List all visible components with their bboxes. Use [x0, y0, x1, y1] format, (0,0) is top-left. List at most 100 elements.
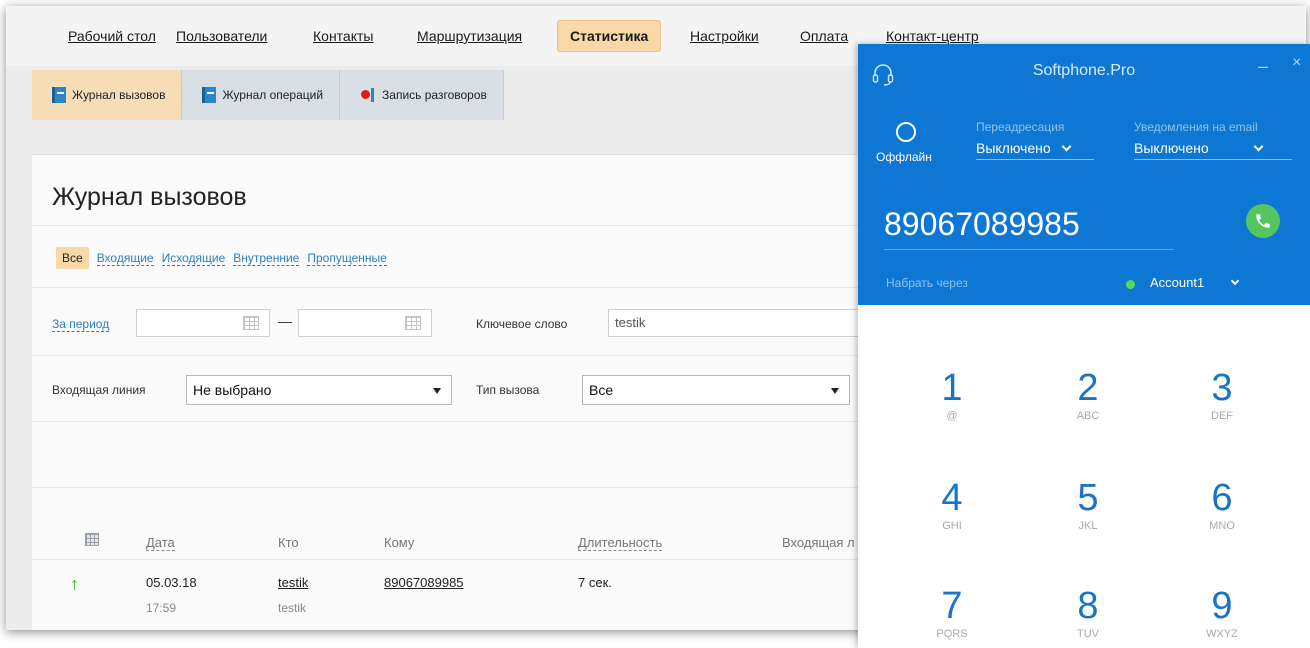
tab-call-recording[interactable]: Запись разговоров — [340, 70, 504, 120]
key-digit: 2 — [1077, 367, 1099, 409]
key-letters: TUV — [1077, 628, 1099, 640]
filter-all[interactable]: Все — [56, 247, 89, 269]
key-digit: 7 — [941, 585, 963, 627]
call-type-label: Тип вызова — [476, 383, 540, 397]
dial-key-8[interactable]: 8 TUV — [1028, 586, 1148, 640]
filter-incoming[interactable]: Входящие — [96, 251, 154, 266]
book-icon — [52, 87, 66, 103]
column-header-who: Кто — [278, 535, 299, 550]
keyword-label: Ключевое слово — [476, 317, 568, 331]
dial-key-1[interactable]: 1 @ — [892, 368, 1012, 422]
email-notify-label: Уведомления на email — [1134, 120, 1258, 134]
nav-item-users[interactable]: Пользователи — [176, 28, 267, 44]
nav-item-settings[interactable]: Настройки — [690, 28, 759, 44]
tab-call-log[interactable]: Журнал вызовов — [32, 70, 183, 120]
outgoing-call-icon: ↑ — [70, 574, 79, 594]
period-dash: — — [278, 313, 292, 329]
row-who-sub: testik — [278, 601, 307, 615]
key-letters: DEF — [1211, 410, 1233, 422]
nav-item-routing[interactable]: Маршрутизация — [417, 28, 522, 44]
key-letters: @ — [946, 410, 958, 422]
calendar-icon[interactable] — [243, 316, 259, 330]
forwarding-label: Переадресация — [976, 120, 1065, 134]
row-to-link[interactable]: 89067089985 — [384, 575, 464, 590]
dial-key-2[interactable]: 2 ABC — [1028, 368, 1148, 422]
date-from-input[interactable] — [136, 309, 270, 337]
dropdown-arrow-icon — [831, 388, 839, 394]
dial-key-9[interactable]: 9 WXYZ — [1162, 586, 1282, 640]
book-icon — [202, 87, 217, 103]
key-letters: MNO — [1209, 520, 1235, 532]
status-label: Оффлайн — [876, 150, 932, 164]
email-notify-value: Выключено — [1134, 140, 1209, 156]
call-log-panel: Журнал вызовов Все Входящие Исходящие Вн… — [32, 154, 932, 630]
nav-item-contacts[interactable]: Контакты — [313, 28, 373, 44]
key-digit: 6 — [1211, 477, 1233, 519]
dropdown-arrow-icon — [433, 388, 441, 394]
dial-via-label: Набрать через — [886, 276, 968, 290]
incoming-line-select[interactable]: Не выбрано — [186, 375, 452, 405]
key-letters: PQRS — [936, 628, 968, 640]
divider — [32, 421, 932, 422]
dial-key-4[interactable]: 4 GHI — [892, 478, 1012, 532]
nav-item-desktop[interactable]: Рабочий стол — [68, 28, 156, 44]
close-icon[interactable]: × — [1292, 54, 1301, 72]
incoming-line-label: Входящая линия — [52, 383, 146, 397]
period-link[interactable]: За период — [52, 317, 110, 332]
statistics-subtabs: Журнал вызовов Журнал операций Запись ра… — [32, 70, 504, 120]
call-type-select[interactable]: Все — [582, 375, 850, 405]
softphone-title: Softphone.Pro — [1032, 62, 1136, 79]
tab-label: Журнал операций — [222, 88, 324, 102]
filter-internal[interactable]: Внутренние — [233, 251, 300, 266]
divider — [32, 287, 932, 288]
call-filter-tabs: Все Входящие Исходящие Внутренние Пропущ… — [56, 247, 395, 269]
call-button[interactable] — [1246, 204, 1280, 238]
filter-outgoing[interactable]: Исходящие — [161, 251, 226, 266]
divider — [32, 487, 932, 488]
column-header-date[interactable]: Дата — [146, 535, 175, 551]
column-settings-icon[interactable] — [85, 533, 99, 546]
dial-key-7[interactable]: 7 PQRS — [892, 586, 1012, 640]
key-digit: 9 — [1211, 585, 1233, 627]
calendar-icon[interactable] — [405, 316, 421, 330]
key-letters: GHI — [942, 520, 962, 532]
divider — [32, 355, 932, 356]
incoming-line-value: Не выбрано — [193, 382, 272, 398]
call-type-value: Все — [589, 382, 614, 398]
row-who-link[interactable]: testik — [278, 575, 308, 590]
chevron-down-icon — [1061, 141, 1072, 152]
date-to-input[interactable] — [298, 309, 432, 337]
column-header-duration[interactable]: Длительность — [578, 535, 663, 551]
dial-key-6[interactable]: 6 MNO — [1162, 478, 1282, 532]
dial-key-3[interactable]: 3 DEF — [1162, 368, 1282, 422]
forwarding-select[interactable]: Выключено — [976, 140, 1094, 160]
column-header-incoming-line: Входящая л — [782, 535, 855, 550]
nav-item-statistics[interactable]: Статистика — [557, 20, 662, 52]
minimize-icon[interactable]: – — [1258, 56, 1268, 77]
divider — [32, 225, 932, 226]
nav-item-payment[interactable]: Оплата — [800, 28, 848, 44]
filter-missed[interactable]: Пропущенные — [307, 251, 387, 266]
tab-label: Журнал вызовов — [72, 88, 166, 102]
key-letters: WXYZ — [1206, 628, 1238, 640]
record-icon — [360, 87, 376, 103]
keyword-input[interactable]: testik — [608, 309, 888, 337]
status-toggle[interactable] — [896, 122, 916, 142]
nav-item-contact-center[interactable]: Контакт-центр — [886, 28, 979, 44]
account-select[interactable]: Account1 — [1150, 275, 1204, 290]
account-status-dot — [1126, 280, 1135, 289]
chevron-down-icon[interactable] — [1230, 276, 1240, 286]
softphone-window: Softphone.Pro – × Оффлайн Переадресация … — [858, 44, 1310, 648]
key-letters: ABC — [1076, 410, 1100, 422]
softphone-header: Softphone.Pro – × Оффлайн Переадресация … — [858, 44, 1310, 305]
divider — [32, 559, 932, 560]
key-letters: JKL — [1078, 520, 1098, 532]
key-digit: 5 — [1077, 477, 1099, 519]
dial-key-5[interactable]: 5 JKL — [1028, 478, 1148, 532]
chevron-down-icon — [1253, 141, 1264, 152]
email-notify-select[interactable]: Выключено — [1134, 140, 1292, 160]
key-digit: 1 — [941, 367, 963, 409]
phone-number-input[interactable]: 89067089985 — [884, 206, 1174, 250]
row-time: 17:59 — [146, 601, 177, 615]
tab-operations-log[interactable]: Журнал операций — [182, 70, 341, 120]
